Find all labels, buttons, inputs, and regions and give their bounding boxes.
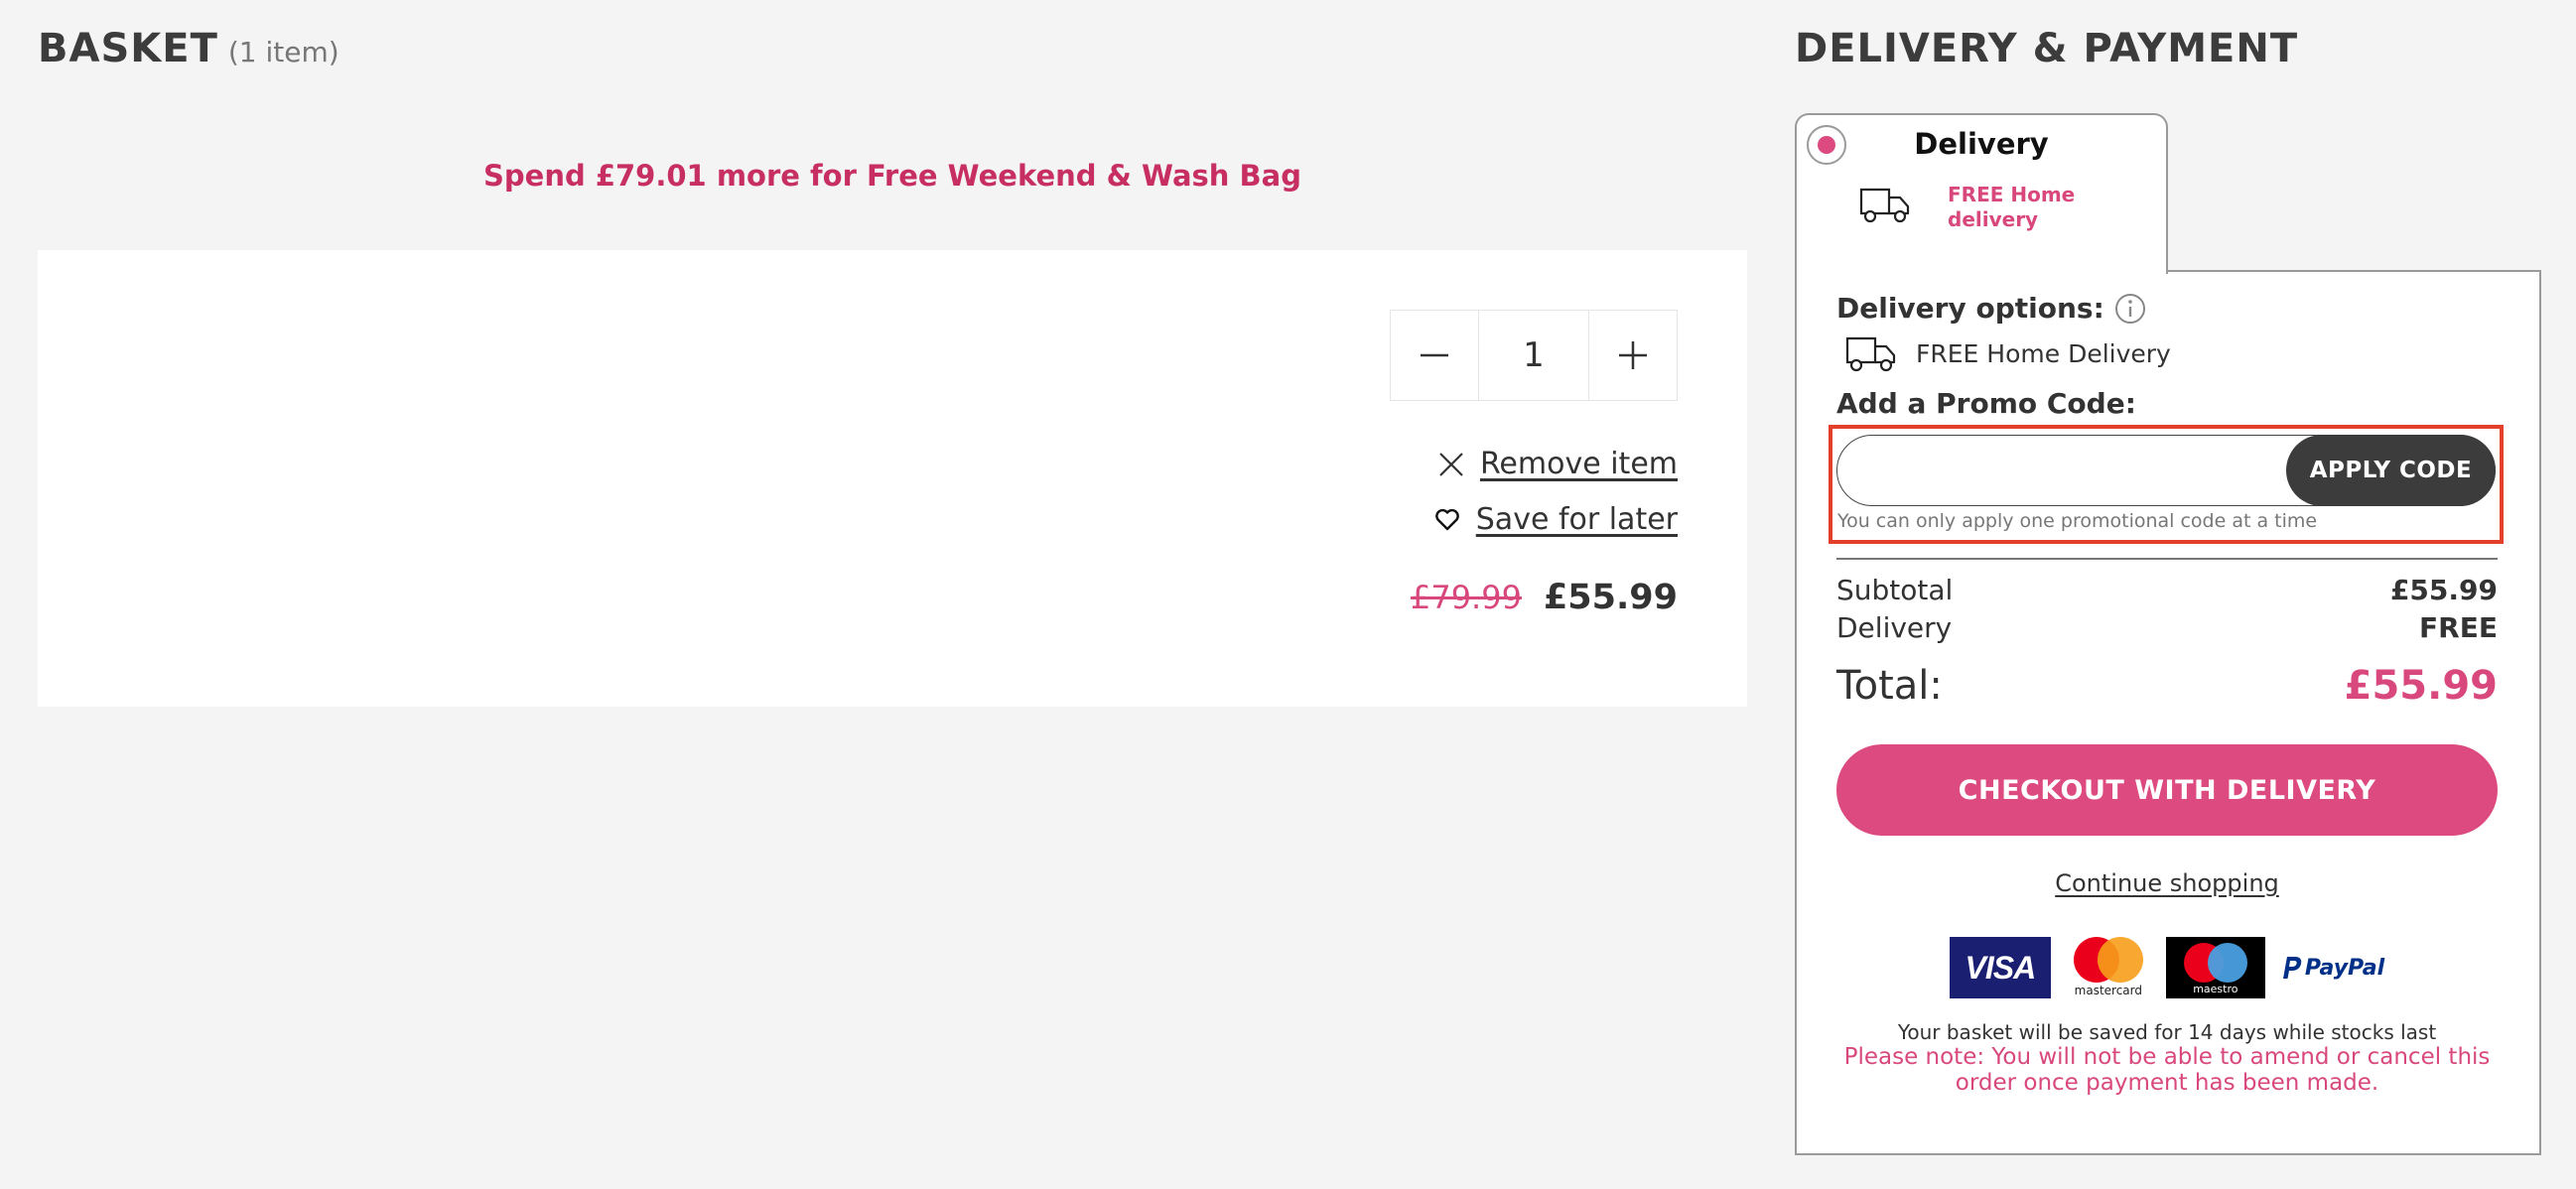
truck-icon xyxy=(1844,333,1898,373)
subtotal-value: £55.99 xyxy=(2389,574,2498,606)
save-for-later-link[interactable]: Save for later xyxy=(1432,502,1678,537)
promo-code-hint: You can only apply one promotional code … xyxy=(1837,510,2318,532)
mastercard-logo: mastercard xyxy=(2067,935,2150,1000)
increase-quantity-button[interactable] xyxy=(1589,311,1677,400)
subtotal-row: Subtotal £55.99 xyxy=(1836,574,2498,606)
delivery-label: Delivery xyxy=(1836,611,1953,644)
close-icon xyxy=(1436,450,1466,479)
delivery-option: FREE Home Delivery xyxy=(1844,333,2171,373)
item-price: £79.99 £55.99 xyxy=(1411,578,1678,617)
paypal-logo: PayPal xyxy=(2281,937,2384,998)
delivery-value: FREE xyxy=(2419,611,2498,644)
payment-logos: VISA mastercard maestro PayPal xyxy=(1836,935,2498,1000)
basket-item-count: (1 item) xyxy=(227,36,339,68)
total-row: Total: £55.99 xyxy=(1836,663,2498,709)
basket-saved-note: Your basket will be saved for 14 days wh… xyxy=(1897,1020,2437,1044)
continue-shopping-label[interactable]: Continue shopping xyxy=(2055,869,2279,897)
original-price: £79.99 xyxy=(1410,579,1522,616)
heart-icon xyxy=(1432,505,1462,535)
tab-delivery-label: Delivery xyxy=(1914,127,2049,161)
sale-price: £55.99 xyxy=(1543,578,1678,617)
decrease-quantity-button[interactable] xyxy=(1391,311,1478,400)
quantity-value[interactable]: 1 xyxy=(1478,311,1589,400)
payment-warning-note: Please note: You will not be able to ame… xyxy=(1843,1044,2491,1096)
checkout-with-delivery-button[interactable]: CHECKOUT WITH DELIVERY xyxy=(1836,744,2498,836)
delivery-option-label: FREE Home Delivery xyxy=(1916,338,2171,368)
delivery-options-heading: Delivery options: xyxy=(1836,292,2146,325)
truck-icon xyxy=(1858,185,1912,228)
apply-code-button[interactable]: APPLY CODE xyxy=(2286,435,2496,506)
minus-icon xyxy=(1421,353,1448,357)
delivery-payment-title: DELIVERY & PAYMENT xyxy=(1795,26,2299,71)
remove-item-label[interactable]: Remove item xyxy=(1480,447,1678,481)
basket-title: BASKET (1 item) xyxy=(38,26,339,71)
free-gift-banner: Spend £79.01 more for Free Weekend & Was… xyxy=(483,159,1301,193)
quantity-stepper: 1 xyxy=(1390,310,1678,401)
tab-delivery-sublabel: FREE Home delivery xyxy=(1948,183,2076,231)
remove-item-link[interactable]: Remove item xyxy=(1436,447,1678,481)
info-icon[interactable] xyxy=(2114,293,2146,325)
total-value: £55.99 xyxy=(2344,663,2498,709)
continue-shopping-link[interactable]: Continue shopping xyxy=(1836,869,2498,897)
maestro-logo: maestro xyxy=(2165,937,2265,998)
plus-icon xyxy=(1619,341,1647,369)
visa-logo: VISA xyxy=(1949,937,2051,998)
promo-code-heading: Add a Promo Code: xyxy=(1836,387,2136,420)
save-for-later-label[interactable]: Save for later xyxy=(1476,502,1678,537)
panel-top-border xyxy=(2166,270,2541,272)
summary-divider xyxy=(1836,558,2498,560)
total-label: Total: xyxy=(1836,663,1943,709)
delivery-row: Delivery FREE xyxy=(1836,611,2498,644)
subtotal-label: Subtotal xyxy=(1836,574,1954,606)
